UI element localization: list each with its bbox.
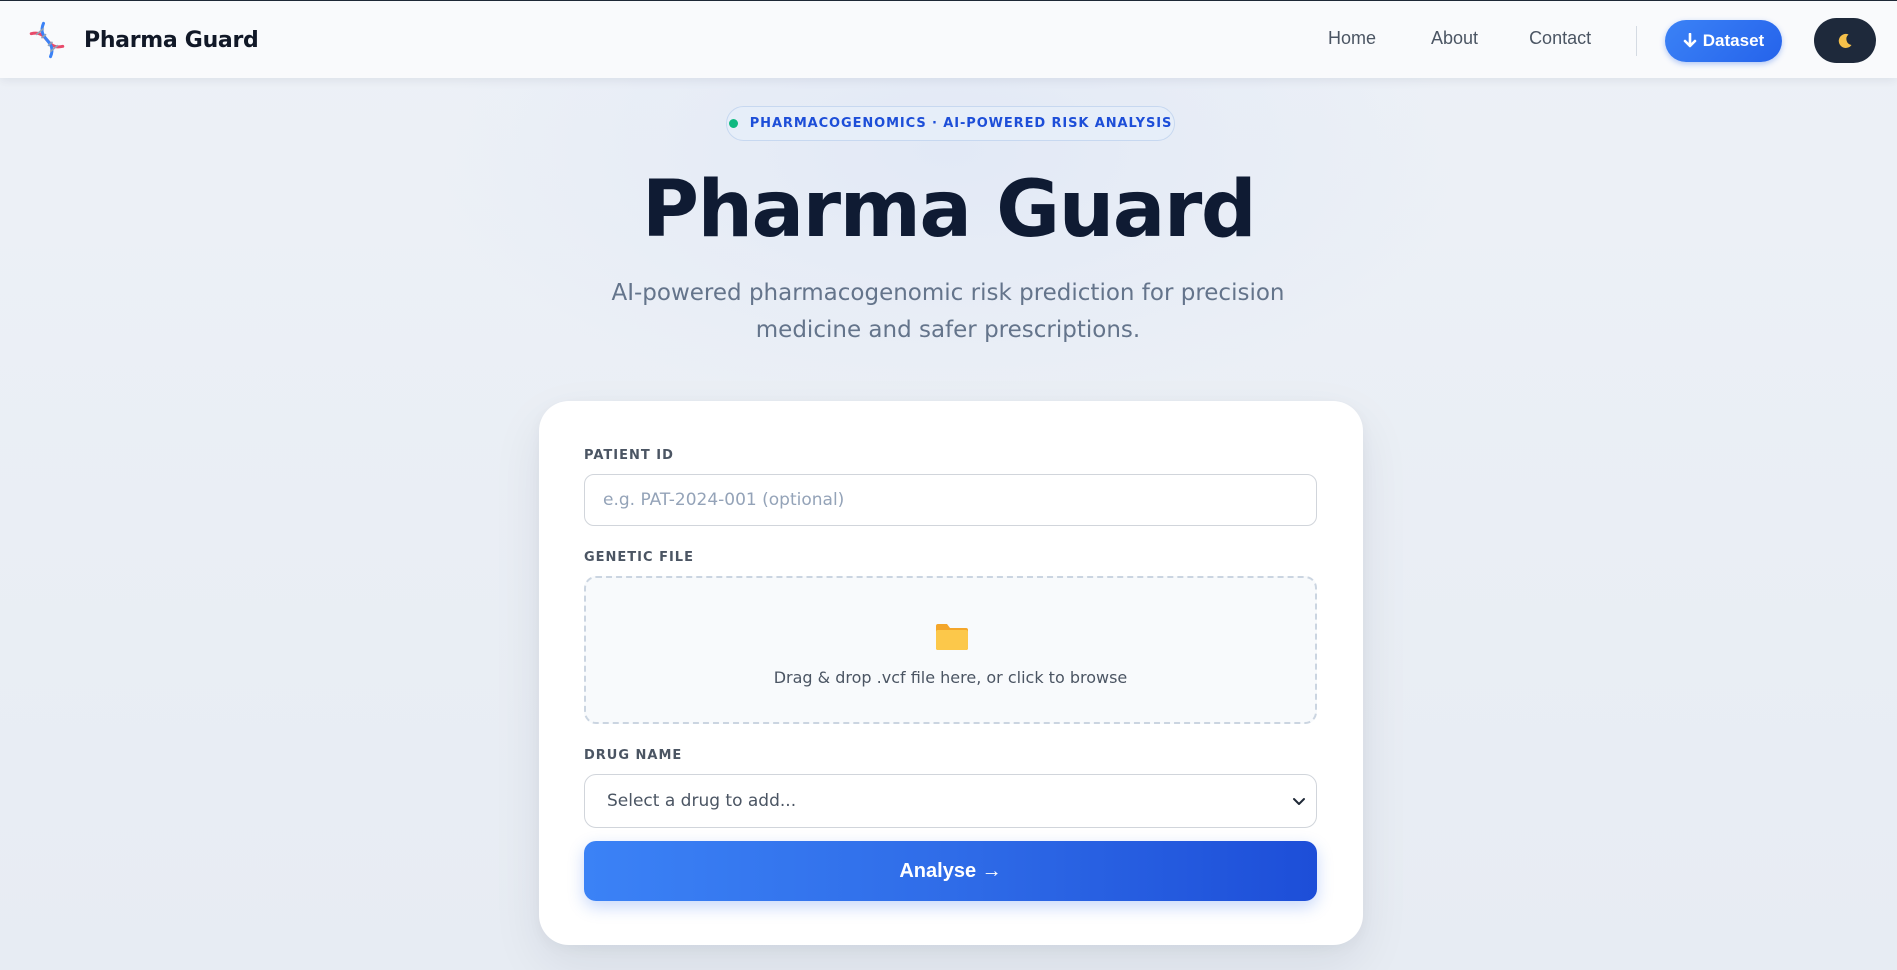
nav-links: Home About Contact [1328,28,1591,49]
analysis-form-card: PATIENT ID GENETIC FILE Drag & drop .vcf… [539,401,1363,945]
nav-link-contact[interactable]: Contact [1529,28,1591,49]
hero-badge-text: PHARMACOGENOMICS · AI-POWERED RISK ANALY… [749,116,1173,131]
nav-link-about[interactable]: About [1431,28,1478,49]
nav-divider [1636,26,1637,56]
theme-toggle-button[interactable] [1814,18,1876,63]
genetic-file-label: GENETIC FILE [584,550,694,565]
brand[interactable]: Pharma Guard [28,21,259,59]
dropzone-text: Drag & drop .vcf file here, or click to … [773,668,1128,687]
drug-select[interactable]: Select a drug to add... [584,774,1317,828]
navbar: Pharma Guard Home About Contact Dataset [0,1,1897,78]
drug-name-label: DRUG NAME [584,748,683,763]
drug-select-value: Select a drug to add... [607,791,797,811]
chevron-down-icon [1293,798,1305,805]
download-arrow-icon [1683,33,1697,48]
nav-link-home[interactable]: Home [1328,28,1376,49]
status-dot-icon [728,119,738,128]
brand-name: Pharma Guard [84,27,259,53]
moon-icon [1838,33,1852,48]
patient-id-input[interactable] [584,474,1317,526]
folder-icon [936,624,968,650]
dna-icon [29,21,65,59]
dataset-label: Dataset [1702,31,1765,50]
analyse-button[interactable]: Analyse → [584,841,1317,901]
hero-subtitle: AI-powered pharmacogenomic risk predicti… [611,280,1285,343]
patient-id-label: PATIENT ID [584,448,674,463]
vcf-file-dropzone[interactable]: Drag & drop .vcf file here, or click to … [584,576,1317,724]
dataset-download-button[interactable]: Dataset [1665,20,1782,62]
hero-badge: PHARMACOGENOMICS · AI-POWERED RISK ANALY… [726,106,1175,141]
hero-title: Pharma Guard [641,165,1257,255]
